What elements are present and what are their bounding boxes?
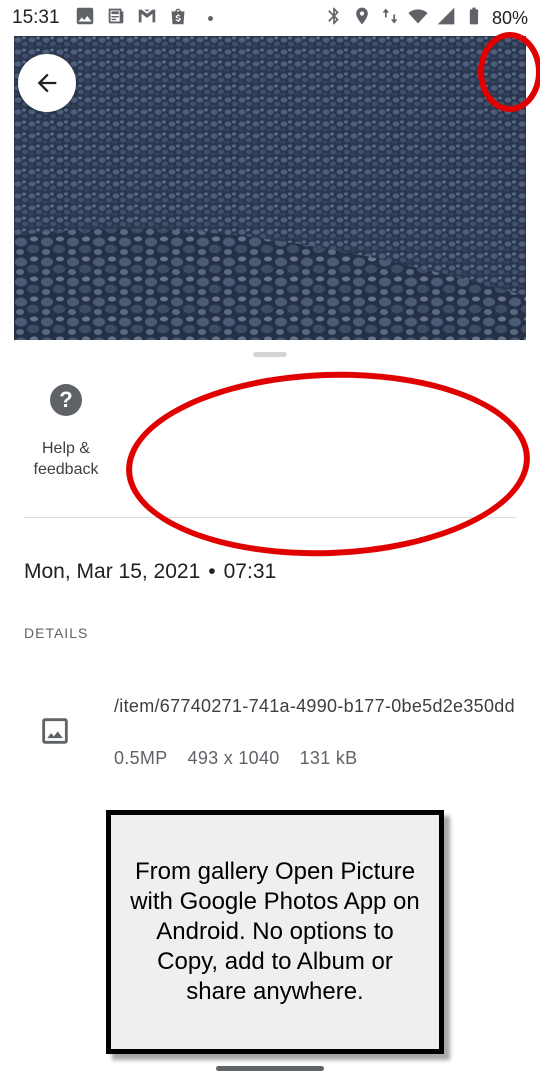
- file-path: /item/67740271-741a-4990-b177-0be5d2e350…: [114, 696, 515, 716]
- file-megapixels: 0.5MP: [114, 748, 168, 768]
- help-feedback-label: Help & feedback: [33, 440, 99, 478]
- news-icon: [105, 5, 127, 32]
- help-feedback-button[interactable]: ? Help & feedback: [20, 384, 112, 480]
- data-arrows-icon: [380, 6, 400, 31]
- image-icon: [74, 5, 96, 32]
- status-bar: 15:31 80%: [0, 0, 540, 36]
- photo-viewer[interactable]: [14, 36, 526, 342]
- wifi-icon: [408, 6, 428, 31]
- file-dimensions: 493 x 1040: [187, 748, 280, 768]
- location-icon: [352, 6, 372, 31]
- battery-icon: [464, 6, 484, 31]
- help-icon: ?: [50, 384, 82, 416]
- annotation-note-text: From gallery Open Picture with Google Ph…: [130, 858, 420, 1005]
- shopping-icon: [167, 5, 189, 32]
- file-size: 131 kB: [299, 748, 358, 768]
- system-icons: 80%: [324, 6, 528, 31]
- file-meta: 0.5MP 493 x 1040 131 kB: [114, 748, 377, 769]
- battery-percent: 80%: [491, 7, 528, 28]
- image-file-icon: [42, 718, 68, 744]
- status-time: 15:31: [12, 7, 60, 28]
- gmail-icon: [136, 5, 158, 32]
- annotation-note: From gallery Open Picture with Google Ph…: [106, 810, 444, 1054]
- more-notifications-dot: [207, 15, 213, 21]
- signal-icon: [436, 6, 456, 31]
- annotation-circle-top: [478, 32, 540, 112]
- photo-date: Mon, Mar 15, 2021: [24, 560, 201, 583]
- notification-icons: [74, 5, 213, 32]
- photo-time: 07:31: [223, 560, 277, 583]
- sheet-drag-handle[interactable]: [253, 352, 287, 357]
- gravel-photo: [14, 36, 526, 342]
- details-heading: DETAILS: [24, 625, 89, 641]
- back-button[interactable]: [18, 54, 76, 112]
- gesture-nav-handle[interactable]: [216, 1066, 324, 1071]
- bluetooth-icon: [324, 6, 344, 31]
- separator-dot: •: [208, 560, 216, 583]
- arrow-back-icon: [37, 73, 57, 93]
- photo-date-time: Mon, Mar 15, 2021 • 07:31: [24, 560, 276, 584]
